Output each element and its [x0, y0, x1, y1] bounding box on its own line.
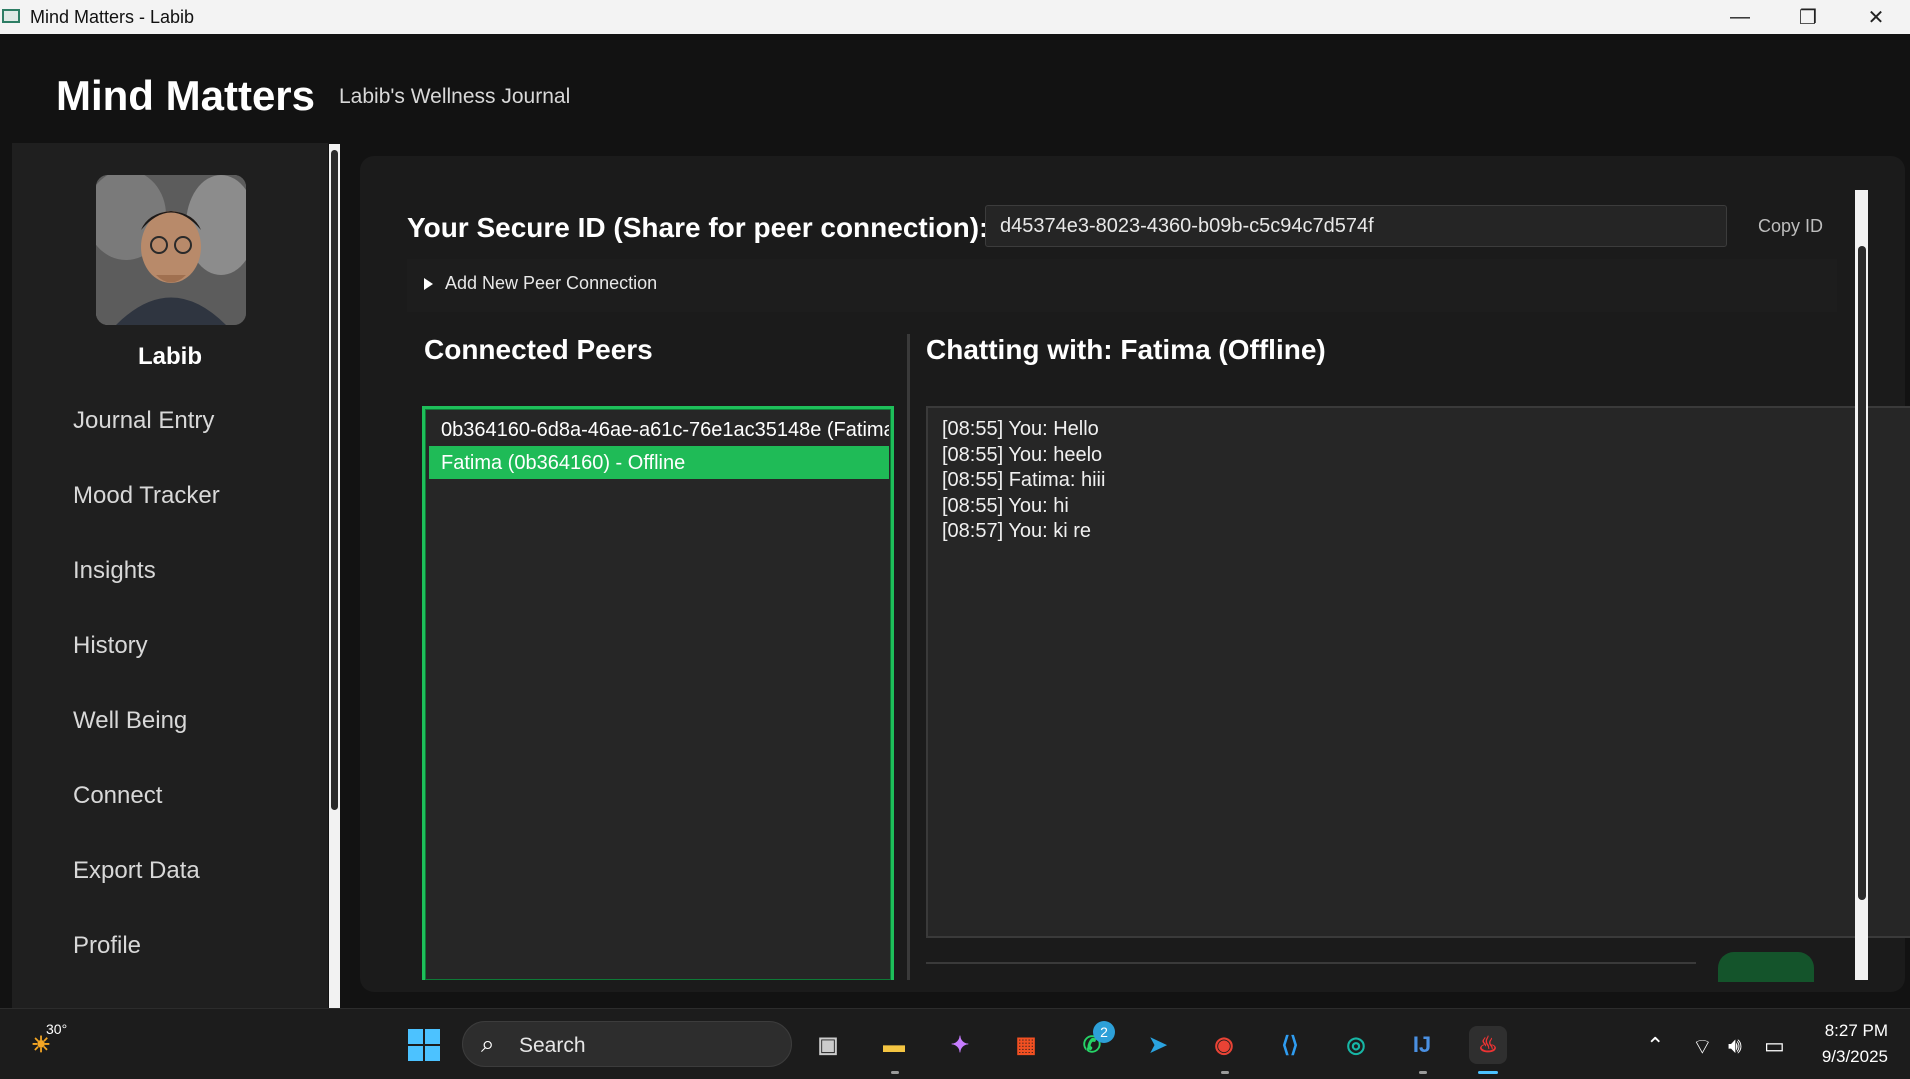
app-window: Mind Matters Labib's Wellness Journal La…: [0, 34, 1910, 1008]
avatar: [96, 175, 246, 325]
secure-id-field[interactable]: d45374e3-8023-4360-b09b-c5c94c7d574f: [985, 205, 1727, 247]
close-button[interactable]: ✕: [1842, 0, 1910, 34]
search-label: Search: [519, 1034, 586, 1057]
expand-triangle-icon: [424, 278, 433, 290]
chrome-icon[interactable]: ◉: [1205, 1026, 1243, 1064]
clock-time[interactable]: 8:27 PM: [1825, 1021, 1888, 1041]
sidebar-item-journal-entry[interactable]: Journal Entry: [73, 407, 214, 435]
panel-scrollbar[interactable]: [1855, 190, 1868, 980]
secure-id-label: Your Secure ID (Share for peer connectio…: [407, 212, 989, 243]
chat-title: Chatting with: Fatima (Offline): [926, 334, 1326, 365]
peer-row-selected[interactable]: Fatima (0b364160) - Offline: [429, 446, 889, 479]
start-icon[interactable]: [405, 1026, 443, 1064]
task-view-icon[interactable]: ▣: [809, 1026, 847, 1064]
chat-message: [08:55] You: Hello: [942, 418, 1099, 440]
chat-message: [08:55] You: heelo: [942, 443, 1103, 466]
taskbar: ☀ 30° ⌕ Search ▣ ▬ ✦ ▦ ✆ 2 ➤ ◉ ⟨⟩ ◎ IJ ♨…: [0, 1008, 1910, 1079]
sidebar-item-history[interactable]: History: [73, 632, 148, 660]
restore-button[interactable]: ❐: [1774, 0, 1842, 34]
sidebar-item-export-data[interactable]: Export Data: [73, 857, 200, 885]
clock-date[interactable]: 9/3/2025: [1822, 1047, 1888, 1067]
java-app-icon[interactable]: ♨: [1469, 1026, 1507, 1064]
chat-message: [08:55] You: hi: [942, 494, 1069, 517]
minimize-button[interactable]: —: [1706, 0, 1774, 34]
app-subtitle: Labib's Wellness Journal: [339, 85, 571, 108]
battery-icon[interactable]: ▭: [1764, 1033, 1785, 1059]
add-peer-expander[interactable]: Add New Peer Connection: [407, 259, 1837, 312]
peers-list[interactable]: 0b364160-6d8a-46ae-a61c-76e1ac35148e (Fa…: [422, 406, 894, 980]
sidebar-item-insights[interactable]: Insights: [73, 557, 156, 585]
copy-id-button[interactable]: Copy ID: [1758, 216, 1823, 237]
window-title: Mind Matters - Labib: [30, 7, 195, 27]
sidebar-item-profile[interactable]: Profile: [73, 932, 141, 960]
sidebar-item-well-being[interactable]: Well Being: [73, 707, 187, 735]
file-explorer-icon[interactable]: ▬: [875, 1026, 913, 1064]
app-icon: [2, 9, 20, 23]
sidebar-item-connect[interactable]: Connect: [73, 782, 162, 810]
send-button[interactable]: [1718, 952, 1814, 982]
pane-divider[interactable]: [907, 334, 910, 980]
taskbar-search[interactable]: ⌕ Search: [462, 1021, 792, 1067]
panel-scroll-thumb[interactable]: [1858, 246, 1866, 900]
screen-recorder-icon[interactable]: ◎: [1337, 1026, 1375, 1064]
microsoft-store-icon[interactable]: ▦: [1007, 1026, 1045, 1064]
active-indicator: [1478, 1071, 1498, 1074]
wifi-icon[interactable]: ⌔: [1692, 1033, 1713, 1061]
chevron-up-icon[interactable]: ⌃: [1646, 1033, 1664, 1059]
running-indicator: [1419, 1071, 1427, 1074]
telegram-icon[interactable]: ➤: [1139, 1026, 1177, 1064]
username: Labib: [138, 343, 202, 370]
search-icon: ⌕: [481, 1031, 495, 1058]
peer-row[interactable]: 0b364160-6d8a-46ae-a61c-76e1ac35148e (Fa…: [429, 413, 889, 446]
copilot-icon[interactable]: ✦: [941, 1026, 979, 1064]
sidebar-scroll-thumb[interactable]: [331, 150, 338, 810]
whatsapp-badge: 2: [1093, 1021, 1115, 1043]
connected-peers-title: Connected Peers: [424, 334, 653, 365]
weather-temperature: 30°: [46, 1021, 68, 1037]
message-input[interactable]: [926, 962, 1696, 964]
add-peer-label: Add New Peer Connection: [445, 273, 658, 293]
connect-panel: Your Secure ID (Share for peer connectio…: [360, 156, 1910, 992]
running-indicator: [891, 1071, 899, 1074]
volume-icon[interactable]: 🔊︎: [1728, 1033, 1742, 1059]
chat-message: [08:55] Fatima: hiii: [942, 469, 1106, 491]
vscode-icon[interactable]: ⟨⟩: [1271, 1026, 1309, 1064]
intellij-icon[interactable]: IJ: [1403, 1026, 1441, 1064]
sidebar-item-mood-tracker[interactable]: Mood Tracker: [73, 482, 220, 510]
sidebar-scrollbar[interactable]: [329, 144, 340, 1008]
sidebar: Labib Journal Entry Mood Tracker Insight…: [12, 143, 328, 1008]
app-brand: Mind Matters: [56, 72, 316, 119]
running-indicator: [1221, 1071, 1229, 1074]
chat-history[interactable]: [08:55] You: Hello [08:55] You: heelo [0…: [926, 406, 1910, 938]
chat-message: [08:57] You: ki re: [942, 520, 1092, 542]
window-titlebar: Mind Matters - Labib — ❐ ✕: [0, 0, 1910, 34]
